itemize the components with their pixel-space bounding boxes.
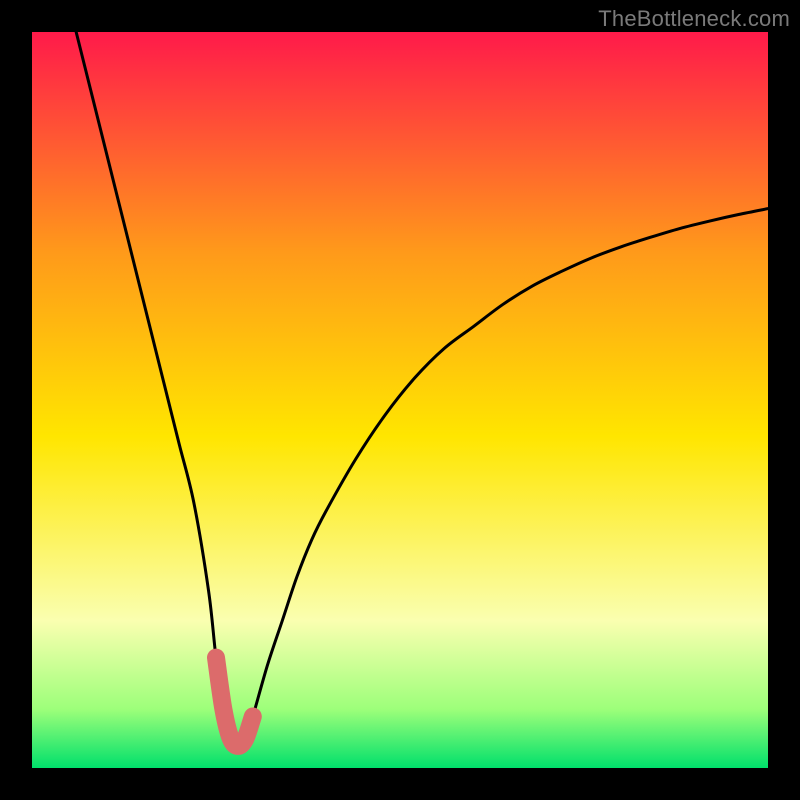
plot-area [32, 32, 768, 768]
watermark-text: TheBottleneck.com [598, 6, 790, 32]
optimal-band-marker [32, 32, 768, 768]
chart-frame: TheBottleneck.com [0, 0, 800, 800]
